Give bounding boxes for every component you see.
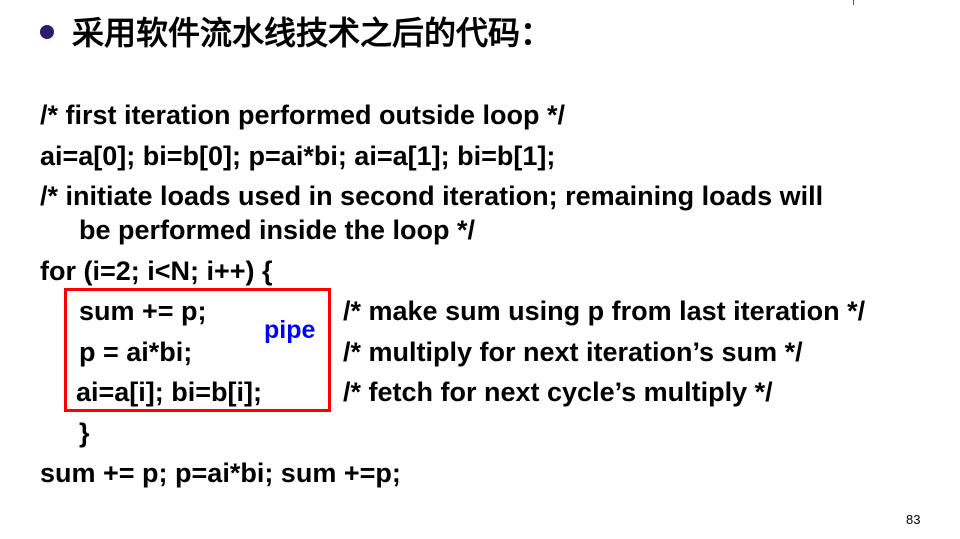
code-comment-multiply: /* multiply for next iteration’s sum */ [343, 337, 803, 367]
corner-tick-mark [853, 0, 854, 5]
page-number: 83 [906, 512, 921, 527]
code-for-loop-header: for (i=2; i<N; i++) { [40, 256, 273, 286]
code-final-statements: sum += p; p=ai*bi; sum +=p; [40, 458, 401, 488]
code-comment-make-sum: /* make sum using p from last iteration … [343, 296, 866, 326]
code-loop-fetch: ai=a[i]; bi=b[i]; [76, 377, 263, 407]
code-loop-multiply: p = ai*bi; [79, 337, 193, 367]
code-loop-close-brace: } [79, 418, 90, 448]
code-comment-fetch: /* fetch for next cycle’s multiply */ [343, 377, 773, 407]
title-bullet-icon [40, 25, 54, 39]
code-comment-initiate-loads-cont: be performed inside the loop */ [79, 215, 476, 245]
slide-title: 采用软件流水线技术之后的代码： [72, 14, 553, 52]
code-comment-initiate-loads: /* initiate loads used in second iterati… [40, 181, 824, 211]
code-comment-first-iteration: /* first iteration performed outside loo… [40, 100, 566, 130]
code-loop-sum: sum += p; [79, 296, 207, 326]
code-initial-loads: ai=a[0]; bi=b[0]; p=ai*bi; ai=a[1]; bi=b… [40, 141, 556, 171]
pipe-label: pipe [264, 316, 316, 344]
